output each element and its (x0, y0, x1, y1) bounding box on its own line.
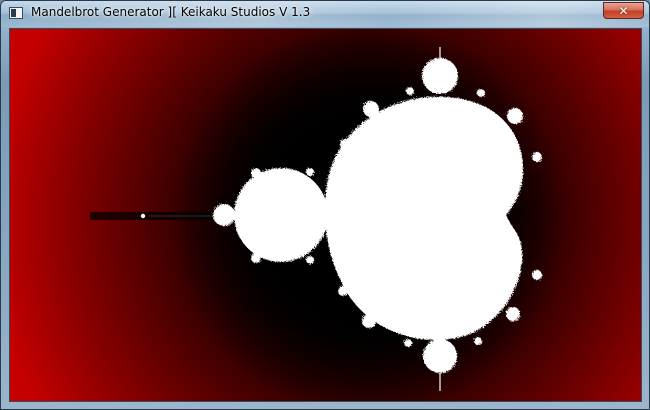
side-bulb (507, 108, 523, 124)
application-window: Mandelbrot Generator ][ Keikaku Studios … (0, 0, 650, 410)
bottom-bulb (423, 339, 457, 373)
side-bulb (363, 101, 379, 117)
side-bulb (251, 168, 261, 178)
side-bulb (306, 168, 314, 176)
side-bulb (338, 286, 348, 296)
mandelbrot-render (10, 29, 641, 401)
close-icon: ✕ (618, 3, 629, 18)
period-4-bulb (213, 204, 235, 226)
side-bulb (306, 256, 314, 264)
side-bulb (506, 307, 520, 321)
title-bar[interactable]: Mandelbrot Generator ][ Keikaku Studios … (1, 1, 649, 27)
side-bulb (340, 139, 350, 149)
side-bulb (251, 253, 261, 263)
side-bulb (406, 87, 414, 95)
mandelbrot-canvas[interactable] (9, 28, 642, 402)
side-bulb (474, 337, 482, 345)
period-2-bulb (234, 168, 328, 262)
app-window-icon[interactable] (9, 7, 23, 19)
side-bulb (532, 270, 542, 280)
top-bulb (422, 58, 458, 94)
mini-mandelbrot (140, 213, 146, 219)
window-title: Mandelbrot Generator ][ Keikaku Studios … (31, 5, 311, 19)
side-bulb (362, 314, 376, 328)
close-button[interactable]: ✕ (603, 2, 644, 19)
side-bulb (477, 89, 485, 97)
side-bulb (404, 339, 412, 347)
side-bulb (532, 152, 542, 162)
